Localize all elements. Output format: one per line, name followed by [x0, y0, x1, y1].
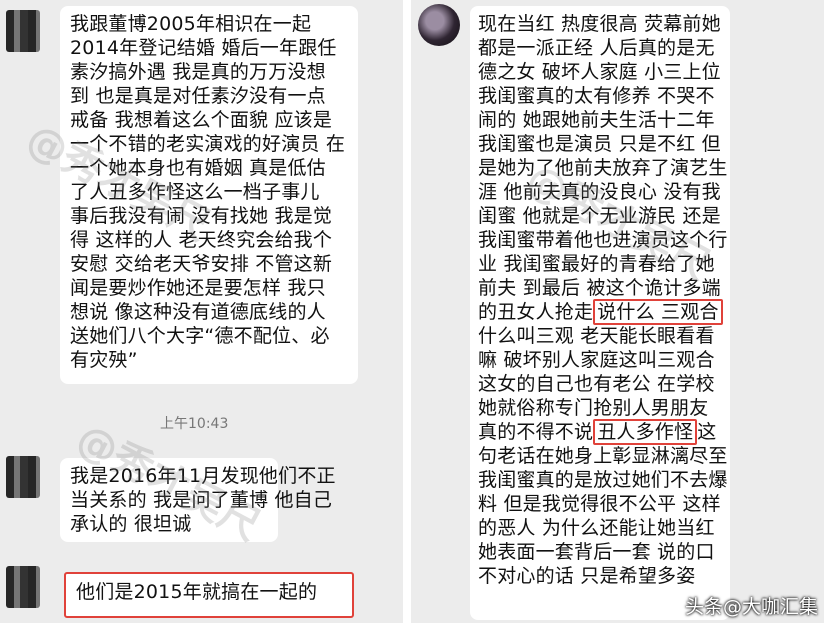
message-line: 我闺蜜也是演员 只是不红 但 — [478, 133, 721, 155]
message-line: 闹的 她跟她前夫生活十二年 — [478, 109, 715, 131]
message-line: 我跟董博2005年相识在一起 — [70, 13, 312, 35]
message-line: 现在当红 热度很高 荧幕前她 — [478, 13, 721, 35]
message-line: 什么叫三观 老天能长眼看看 — [478, 325, 715, 347]
right-lines-after: 句老话在她身上彰显淋漓尽至 我闺蜜真的是放过她们不去爆料 但是我觉得很不公平 这样… — [478, 444, 728, 588]
chat-bubble-message-3-highlighted: 他们是2015年就搞在一起的 — [64, 572, 354, 618]
right-line-hl1-pre: 的丑女人抢走 — [478, 301, 594, 323]
message-line: 戒备 我想着这么个面貌 应该是 — [70, 109, 333, 131]
message-line: 想说 像这种没有道德底线的人 — [70, 301, 326, 323]
right-line-hl2-post: 这 — [697, 421, 717, 443]
corner-watermark: 头条@大咖汇集 — [684, 596, 818, 618]
message-line: 到 也是真是对任素汐没有一点 — [70, 85, 326, 107]
message-line: 德之女 破坏人家庭 小三上位 — [478, 61, 721, 83]
message-line: 料 但是我觉得很不公平 这样 — [478, 493, 721, 515]
message-line: 我闺蜜真的太有修养 不哭不 — [478, 85, 715, 107]
highlight-box-2: 丑人多作怪 — [593, 419, 698, 445]
message-line: 我闺蜜真的是放过她们不去爆 — [478, 469, 728, 491]
message-line: 送她们八个大字“德不配位、必 — [70, 325, 330, 347]
message-line: 都是一派正经 人后真的是无 — [478, 37, 715, 59]
avatar[interactable] — [6, 566, 40, 608]
message-line: 闻是要炒作她还是要怎样 我只 — [70, 277, 326, 299]
message-line: 2014年登记结婚 婚后一年跟任 — [70, 37, 337, 59]
message-line: 不对心的话 只是希望多姿 — [478, 565, 696, 587]
avatar[interactable] — [418, 4, 460, 46]
right-line-hl2-pre: 真的不得不说 — [478, 421, 594, 443]
message-timestamp: 上午10:43 — [160, 416, 229, 432]
avatar[interactable] — [6, 10, 40, 52]
message-line: 她表面一套背后一套 说的口 — [478, 541, 715, 563]
message-line: 这女的自己也有老公 在学校 — [478, 373, 715, 395]
message-line: 得 这样的人 老天终究会给我个 — [70, 229, 333, 251]
message-line: 一个不错的老实演戏的好演员 在 — [70, 133, 346, 155]
right-lines-before: 现在当红 热度很高 荧幕前她 都是一派正经 人后真的是无 德之女 破坏人家庭 小三上… — [478, 12, 728, 300]
message-line: 闺蜜 他就是个无业游民 还是 — [478, 205, 721, 227]
message-line: 有灾殃” — [70, 349, 138, 371]
message-1-lines: 我跟董博2005年相识在一起 2014年登记结婚 婚后一年跟任 素汐搞外遇 我是真的… — [70, 12, 348, 372]
message-line: 业 我闺蜜最好的青春给了她 — [478, 253, 715, 275]
message-line: 了人丑多作怪这么一档子事儿 — [70, 181, 320, 203]
message-line: 嘛 破坏别人家庭这叫三观合 — [478, 349, 715, 371]
highlight-box-1: 说什么 三观合 — [593, 299, 723, 325]
message-line: 事后我没有闹 没有找她 我是觉 — [70, 205, 333, 227]
message-line: 句老话在她身上彰显淋漓尽至 — [478, 445, 728, 467]
message-line: 前夫 到最后 被这个诡计多端 — [478, 277, 721, 299]
message-2-lines: 我是2016年11月发现他们不正 当关系的 我是问了董博 他自己 承认的 很坦诚 — [70, 464, 336, 536]
message-line: 的恶人 为什么还能让她当红 — [478, 517, 715, 539]
right-line-highlight-1: 的丑女人抢走 说什么 三观合 — [478, 299, 723, 325]
avatar[interactable] — [6, 456, 40, 498]
message-line: 涯 他前夫真的没良心 没有我 — [478, 181, 721, 203]
message-line: 素汐搞外遇 我是真的万万没想 — [70, 61, 326, 83]
chat-bubble-message-1: 我跟董博2005年相识在一起 2014年登记结婚 婚后一年跟任 素汐搞外遇 我是真的… — [60, 6, 358, 384]
chat-bubble-message-2: 我是2016年11月发现他们不正 当关系的 我是问了董博 他自己 承认的 很坦诚 — [60, 458, 336, 542]
chat-bubble-message-right: 现在当红 热度很高 荧幕前她 都是一派正经 人后真的是无 德之女 破坏人家庭 小三上… — [470, 6, 730, 620]
right-line-highlight-2: 真的不得不说 丑人多作怪这 — [478, 419, 722, 445]
message-line: 她就俗称专门抢别人男朋友 — [478, 397, 709, 419]
message-3-text: 他们是2015年就搞在一起的 — [76, 581, 318, 603]
message-line: 我是2016年11月发现他们不正 — [70, 465, 336, 487]
message-line: 安慰 交给老天爷安排 不管这新 — [70, 253, 333, 275]
right-lines-mid: 什么叫三观 老天能长眼看看嘛 破坏别人家庭这叫三观合 这女的自己也有老公 在学校她… — [478, 324, 722, 420]
message-line: 我闺蜜带着他也进演员这个行 — [478, 229, 728, 251]
column-divider — [403, 0, 411, 623]
message-line: 当关系的 我是问了董博 他自己 — [70, 489, 333, 511]
message-line: 是她为了他前夫放弃了演艺生 — [478, 157, 728, 179]
message-line: 承认的 很坦诚 — [70, 513, 192, 535]
message-line: 一个她本身也有婚姻 真是低估 — [70, 157, 326, 179]
